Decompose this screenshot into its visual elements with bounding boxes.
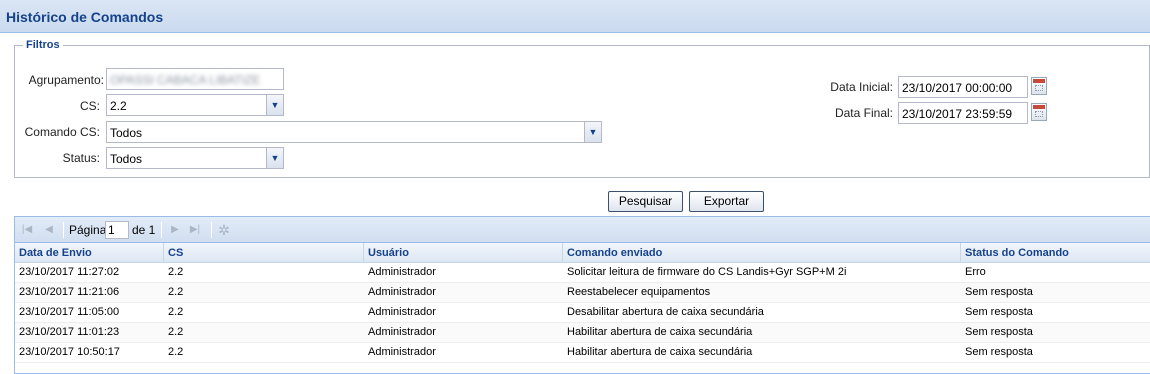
cell-command: Habilitar abertura de caixa secundária xyxy=(567,346,753,358)
cs-select[interactable]: 2.2 ▼ xyxy=(106,94,284,116)
results-grid: |◀ ◀ Página 1 de 1 ▶ ▶| ✲ Data de Envio … xyxy=(14,216,1150,374)
calendar-icon[interactable] xyxy=(1031,103,1047,121)
toolbar-separator xyxy=(211,222,212,238)
last-page-icon[interactable]: ▶| xyxy=(189,224,201,236)
cs-label: CS: xyxy=(79,99,100,113)
cell-status: Sem resposta xyxy=(965,286,1033,298)
data-final-field[interactable]: 23/10/2017 23:59:59 xyxy=(898,102,1028,124)
chevron-down-icon[interactable]: ▼ xyxy=(266,95,283,115)
data-final-label: Data Final: xyxy=(834,106,893,120)
column-header[interactable]: Data de Envio xyxy=(15,243,164,263)
status-label: Status: xyxy=(62,151,100,165)
cell-cs: 2.2 xyxy=(168,306,184,318)
refresh-icon[interactable]: ✲ xyxy=(218,223,230,237)
page-title: Histórico de Comandos xyxy=(6,9,164,25)
cell-user: Administrador xyxy=(368,306,436,318)
column-header[interactable]: Usuário xyxy=(364,243,563,263)
table-row[interactable]: 23/10/2017 11:21:06 2.2 Administrador Re… xyxy=(15,283,1150,303)
cell-cs: 2.2 xyxy=(168,286,184,298)
agrupamento-value: OPASSI CABACA LIBATIZE xyxy=(110,73,261,87)
comando-select[interactable]: Todos ▼ xyxy=(106,121,602,143)
page-label: Página xyxy=(69,223,107,237)
cell-cs: 2.2 xyxy=(168,266,184,278)
cell-command: Reestabelecer equipamentos xyxy=(567,286,711,298)
table-row[interactable]: 23/10/2017 11:01:23 2.2 Administrador Ha… xyxy=(15,323,1150,343)
chevron-down-icon[interactable]: ▼ xyxy=(584,122,601,142)
cell-date: 23/10/2017 11:27:02 xyxy=(19,266,120,278)
table-row[interactable]: 23/10/2017 11:27:02 2.2 Administrador So… xyxy=(15,263,1150,283)
cell-user: Administrador xyxy=(368,286,436,298)
export-button[interactable]: Exportar xyxy=(689,191,764,212)
toolbar-separator xyxy=(161,222,162,238)
data-inicial-field[interactable]: 23/10/2017 00:00:00 xyxy=(898,76,1028,98)
cell-cs: 2.2 xyxy=(168,346,184,358)
agrupamento-field[interactable]: OPASSI CABACA LIBATIZE xyxy=(106,68,284,90)
status-select[interactable]: Todos ▼ xyxy=(106,147,284,169)
calendar-icon[interactable] xyxy=(1031,77,1047,95)
table-row[interactable]: 23/10/2017 11:05:00 2.2 Administrador De… xyxy=(15,303,1150,323)
column-header[interactable]: Status do Comando xyxy=(961,243,1150,263)
column-header[interactable]: CS xyxy=(164,243,364,263)
cell-cs: 2.2 xyxy=(168,326,184,338)
page-total-label: de 1 xyxy=(132,223,156,237)
cell-user: Administrador xyxy=(368,266,436,278)
data-final-value: 23/10/2017 23:59:59 xyxy=(902,107,1013,121)
toolbar-separator xyxy=(63,222,64,238)
cell-date: 23/10/2017 11:05:00 xyxy=(19,306,120,318)
data-inicial-value: 23/10/2017 00:00:00 xyxy=(902,81,1013,95)
table-row[interactable]: 23/10/2017 10:50:17 2.2 Administrador Ha… xyxy=(15,343,1150,363)
cell-status: Erro xyxy=(965,266,986,278)
cell-status: Sem resposta xyxy=(965,326,1033,338)
data-inicial-label: Data Inicial: xyxy=(830,80,893,94)
cell-date: 23/10/2017 11:21:06 xyxy=(19,286,120,298)
chevron-down-icon[interactable]: ▼ xyxy=(266,148,283,168)
page-input[interactable]: 1 xyxy=(105,221,129,239)
page-input-value: 1 xyxy=(108,223,115,237)
cell-user: Administrador xyxy=(368,346,436,358)
cell-status: Sem resposta xyxy=(965,306,1033,318)
filters-legend: Filtros xyxy=(26,39,60,51)
grid-header: Data de Envio CS Usuário Comando enviado… xyxy=(15,243,1150,263)
pager-toolbar: |◀ ◀ Página 1 de 1 ▶ ▶| ✲ xyxy=(15,217,1150,243)
status-value: Todos xyxy=(110,152,143,166)
column-header[interactable]: Comando enviado xyxy=(563,243,961,263)
cs-value: 2.2 xyxy=(110,99,127,113)
next-page-icon[interactable]: ▶ xyxy=(169,224,181,236)
first-page-icon[interactable]: |◀ xyxy=(21,224,33,236)
cell-command: Habilitar abertura de caixa secundária xyxy=(567,326,753,338)
cell-date: 23/10/2017 11:01:23 xyxy=(19,326,120,338)
prev-page-icon[interactable]: ◀ xyxy=(43,224,55,236)
cell-command: Desabilitar abertura de caixa secundária xyxy=(567,306,764,318)
cell-status: Sem resposta xyxy=(965,346,1033,358)
panel-header: Histórico de Comandos xyxy=(0,0,1150,33)
search-button[interactable]: Pesquisar xyxy=(608,191,683,212)
comando-value: Todos xyxy=(110,126,143,140)
cell-user: Administrador xyxy=(368,326,436,338)
agrupamento-label: Agrupamento: xyxy=(28,73,104,87)
cell-command: Solicitar leitura de firmware do CS Land… xyxy=(567,266,847,278)
comando-label: Comando CS: xyxy=(24,125,100,139)
cell-date: 23/10/2017 10:50:17 xyxy=(19,346,120,358)
